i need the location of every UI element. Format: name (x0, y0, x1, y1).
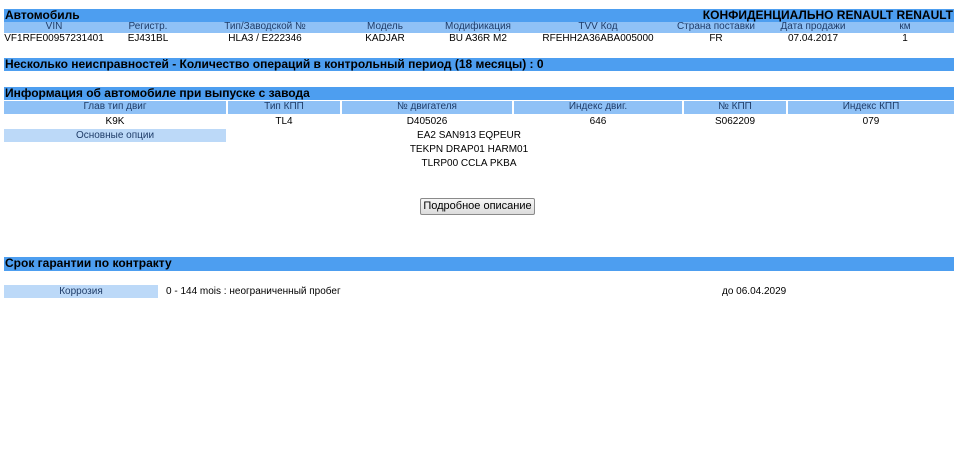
engine-type-value: K9K (105, 116, 125, 127)
gearbox-index-value: 079 (862, 116, 880, 127)
warranty-row-until: до 06.04.2029 (722, 286, 787, 297)
col-tvv-code: TVV Код (578, 21, 618, 32)
gearbox-number-value: S062209 (714, 116, 756, 127)
vehicle-title: Автомобиль (5, 8, 80, 22)
col-gearbox-type: Тип КПП (264, 101, 304, 112)
col-gearbox-number: № КПП (718, 101, 752, 112)
header-separator (786, 101, 788, 114)
factory-info-title: Информация об автомобиле при выпуске с з… (5, 86, 310, 100)
tvv-code-value: RFEHH2A36ABA005000 (542, 33, 654, 44)
col-sale-date: Дата продажи (780, 21, 846, 32)
col-engine-type: Глав тип двиг (83, 101, 147, 112)
faults-bar: Несколько неисправностей - Количество оп… (4, 58, 954, 71)
delivery-country-value: FR (709, 33, 723, 44)
col-gearbox-index: Индекс КПП (842, 101, 900, 112)
col-delivery-country: Страна поставки (676, 21, 756, 32)
factory-info-bar: Информация об автомобиле при выпуске с з… (4, 87, 954, 100)
col-engine-number: № двигателя (397, 101, 457, 112)
type-serial-value: HLA3 / E222346 (228, 33, 302, 44)
warranty-bar: Срок гарантии по контракту (4, 257, 954, 271)
col-model: Модель (367, 21, 403, 32)
engine-index-value: 646 (589, 116, 607, 127)
options-label: Основные опции (75, 130, 155, 141)
faults-title: Несколько неисправностей - Количество оп… (5, 57, 544, 71)
modification-value: BU A36R M2 (449, 33, 507, 44)
km-value: 1 (902, 33, 908, 44)
option-line-3: TLRP00 CCLA PKBA (421, 158, 517, 169)
col-km: км (899, 21, 911, 32)
details-button[interactable]: Подробное описание (420, 198, 535, 215)
header-separator (226, 101, 228, 114)
header-separator (340, 101, 342, 114)
registration-value: EJ431BL (127, 33, 169, 44)
sale-date-value: 07.04.2017 (787, 33, 839, 44)
warranty-row-value: 0 - 144 mois : неограниченный пробег (166, 286, 341, 297)
vin-value: VF1RFE00957231401 (4, 33, 104, 44)
col-modification: Модификация (445, 21, 511, 32)
col-engine-index: Индекс двиг. (568, 101, 628, 112)
gearbox-type-value: TL4 (275, 116, 293, 127)
option-line-2: TEKPN DRAP01 HARM01 (409, 144, 529, 155)
model-value: KADJAR (365, 33, 405, 44)
header-separator (512, 101, 514, 114)
engine-number-value: D405026 (406, 116, 448, 127)
col-vin: VIN (45, 21, 63, 32)
option-line-1: EA2 SAN913 EQPEUR (417, 130, 521, 141)
warranty-row-label: Коррозия (59, 286, 103, 297)
warranty-title: Срок гарантии по контракту (5, 256, 172, 270)
col-registration: Регистр. (128, 21, 168, 32)
col-type-serial: Тип/Заводской № (224, 21, 306, 32)
header-separator (682, 101, 684, 114)
